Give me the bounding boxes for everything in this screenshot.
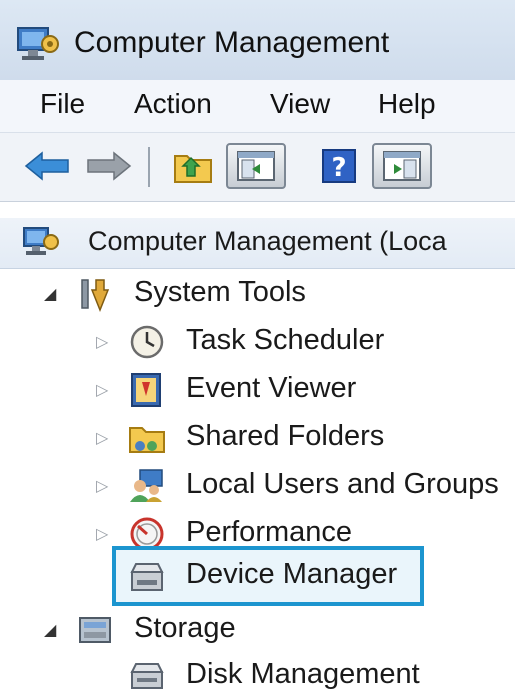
up-one-level-button[interactable] [170, 143, 216, 189]
disk-icon [130, 663, 164, 689]
tree-item-label: Task Scheduler [186, 324, 385, 356]
tree-item-label: Event Viewer [186, 372, 357, 404]
help-icon: ? [322, 149, 356, 183]
menu-bar: File Action View Help [0, 80, 515, 133]
menu-view[interactable]: View [270, 88, 330, 120]
toolbar: ? [0, 133, 515, 202]
tree-item-label: System Tools [134, 276, 306, 308]
svg-text:?: ? [331, 153, 346, 183]
tree-item-label: Storage [134, 612, 236, 644]
expand-arrow-icon[interactable]: ▷ [96, 332, 108, 352]
forward-arrow-icon [87, 151, 132, 181]
collapse-arrow-icon[interactable]: ◢ [44, 620, 56, 640]
expand-arrow-icon[interactable]: ▷ [96, 428, 108, 448]
tree-item-label: Local Users and Groups [186, 468, 499, 500]
tree-item-label: Device Manager [186, 558, 398, 590]
tree-item-device-manager[interactable]: Device Manager [0, 552, 515, 600]
window-title: Computer Management [74, 26, 390, 59]
storage-icon [79, 617, 111, 643]
up-folder-icon [174, 155, 212, 183]
tree-item-label: Disk Management [186, 658, 420, 690]
menu-help[interactable]: Help [378, 88, 436, 120]
tree-item-shared-folders[interactable]: ▷ Shared Folders [0, 414, 515, 462]
show-hide-action-pane-icon [383, 151, 421, 181]
tree-item-local-users-and-groups[interactable]: ▷ Local Users and Groups [0, 462, 515, 510]
show-hide-console-tree-button[interactable] [226, 143, 286, 189]
tree-item-disk-management[interactable]: Disk Management [0, 652, 515, 700]
tree-item-computer-management[interactable]: Computer Management (Loca [0, 218, 515, 269]
toolbar-separator [148, 147, 150, 187]
tree-item-label: Computer Management (Loca [88, 226, 447, 256]
tree-item-task-scheduler[interactable]: ▷ Task Scheduler [0, 318, 515, 366]
menu-action[interactable]: Action [134, 88, 212, 120]
help-button[interactable]: ? [318, 143, 360, 189]
tree-item-label: Shared Folders [186, 420, 385, 452]
expand-arrow-icon[interactable]: ▷ [96, 476, 108, 496]
clock-icon [130, 325, 164, 359]
show-hide-action-pane-button[interactable] [372, 143, 432, 189]
tree-item-storage[interactable]: ◢ Storage [0, 606, 515, 654]
tree-item-event-viewer[interactable]: ▷ Event Viewer [0, 366, 515, 414]
shared-folder-icon [129, 427, 165, 453]
expand-arrow-icon[interactable]: ▷ [96, 524, 108, 544]
menu-file[interactable]: File [40, 88, 85, 120]
event-log-icon [131, 373, 161, 407]
users-icon [130, 469, 163, 502]
device-manager-icon [130, 563, 164, 591]
computer-management-icon [23, 227, 59, 255]
show-hide-console-tree-icon [237, 151, 275, 181]
computer-management-icon [17, 27, 59, 60]
system-tools-icon [81, 279, 110, 312]
forward-button[interactable] [84, 143, 134, 189]
collapse-arrow-icon[interactable]: ◢ [44, 284, 56, 304]
back-button[interactable] [22, 143, 72, 189]
expand-arrow-icon[interactable]: ▷ [96, 380, 108, 400]
title-bar: Computer Management [0, 0, 515, 80]
back-arrow-icon [24, 151, 69, 181]
tree-item-system-tools[interactable]: ◢ System Tools [0, 270, 515, 318]
tree-item-label: Performance [186, 516, 353, 548]
